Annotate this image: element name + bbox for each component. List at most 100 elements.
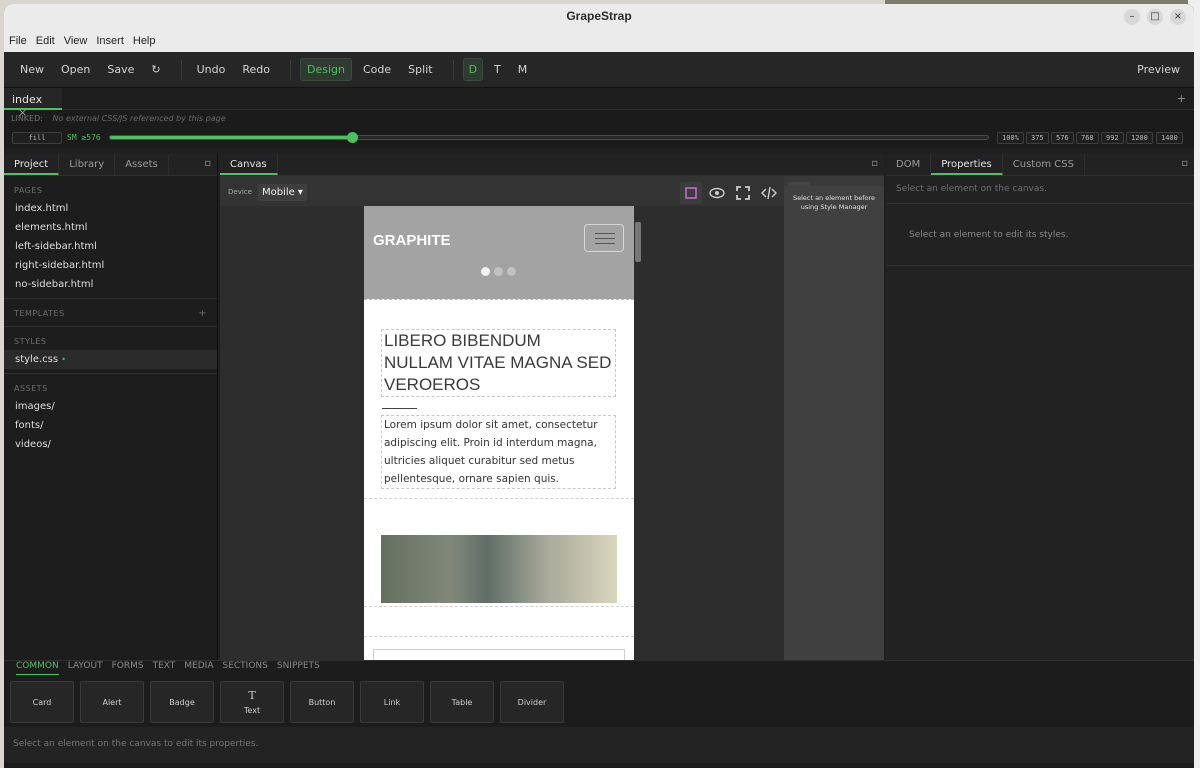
article-image[interactable] — [381, 535, 617, 603]
preview-eye-icon[interactable] — [706, 182, 728, 204]
size-preset-375[interactable]: 375 — [1026, 132, 1049, 144]
carousel-dot[interactable] — [481, 267, 490, 276]
panel-maximize-icon[interactable]: ▫ — [202, 154, 213, 173]
add-template-icon[interactable]: + — [198, 308, 207, 319]
undo-button[interactable]: Undo — [191, 59, 232, 80]
menu-view[interactable]: View — [64, 35, 88, 47]
maximize-button[interactable]: □ — [1147, 9, 1163, 25]
save-button[interactable]: Save — [101, 59, 140, 80]
fullscreen-icon[interactable] — [732, 182, 754, 204]
device-select[interactable]: Mobile ▾ — [257, 183, 307, 201]
menu-help[interactable]: Help — [133, 35, 156, 47]
desktop-view-button[interactable]: D — [462, 58, 484, 81]
block-link[interactable]: Link — [360, 681, 424, 723]
size-preset-100[interactable]: 100% — [997, 132, 1024, 144]
asset-folder-item[interactable]: videos/ — [4, 435, 217, 454]
carousel-dots[interactable] — [481, 261, 520, 280]
carousel-dot[interactable] — [507, 267, 516, 276]
page-item[interactable]: left-sidebar.html — [4, 237, 217, 256]
size-preset-1400[interactable]: 1400 — [1156, 132, 1183, 144]
page-item[interactable]: right-sidebar.html — [4, 256, 217, 275]
tab-canvas[interactable]: Canvas — [220, 154, 278, 175]
next-block[interactable] — [373, 649, 625, 660]
style-file-name: style.css — [15, 354, 59, 365]
device-label: Device — [228, 188, 252, 196]
add-tab-icon[interactable]: + — [1177, 92, 1186, 105]
design-mode-button[interactable]: Design — [300, 58, 352, 81]
breakpoint-label: SM ≥576 — [67, 133, 101, 142]
tab-forms[interactable]: FORMS — [112, 661, 144, 675]
page-item[interactable]: no-sidebar.html — [4, 275, 217, 294]
block-badge[interactable]: Badge — [150, 681, 214, 723]
carousel-dot[interactable] — [494, 267, 503, 276]
tab-dom[interactable]: DOM — [886, 154, 932, 175]
tab-project[interactable]: Project — [4, 154, 60, 175]
canvas-scrollbar[interactable] — [635, 222, 641, 262]
pages-section-label: PAGES — [14, 186, 43, 195]
block-list: Card Alert Badge T Text Button Link Table… — [10, 681, 570, 723]
code-mode-button[interactable]: Code — [357, 59, 397, 80]
site-logo[interactable]: GRAPHITE — [373, 232, 451, 249]
linked-text: No external CSS/JS referenced by this pa… — [52, 114, 226, 123]
new-button[interactable]: New — [14, 59, 50, 80]
redo-button[interactable]: Redo — [236, 59, 276, 80]
size-preset-576[interactable]: 576 — [1051, 132, 1074, 144]
tab-layout[interactable]: LAYOUT — [68, 661, 103, 675]
menu-insert[interactable]: Insert — [96, 35, 124, 47]
page-item[interactable]: index.html — [4, 199, 217, 218]
mobile-view-button[interactable]: M — [512, 59, 534, 80]
panel-maximize-icon[interactable]: ▫ — [1179, 154, 1190, 173]
responsive-width-bar: fill SM ≥576 100% 375 576 768 992 1200 1… — [4, 128, 1194, 148]
article-heading[interactable]: LIBERO BIBENDUM NULLAM VITAE MAGNA SED V… — [381, 329, 616, 397]
size-preset-768[interactable]: 768 — [1076, 132, 1099, 144]
mobile-frame[interactable]: GRAPHITE LIBERO BIBENDUM NULLAM VITAE MA… — [364, 206, 634, 660]
refresh-icon[interactable]: ↻ — [145, 59, 166, 80]
fill-toggle[interactable]: fill — [12, 132, 62, 144]
menu-file[interactable]: File — [9, 35, 27, 47]
hamburger-menu-icon[interactable] — [584, 224, 624, 252]
open-button[interactable]: Open — [55, 59, 96, 80]
size-preset-992[interactable]: 992 — [1101, 132, 1124, 144]
asset-folder-item[interactable]: fonts/ — [4, 416, 217, 435]
split-mode-button[interactable]: Split — [402, 59, 438, 80]
asset-folder-item[interactable]: images/ — [4, 397, 217, 416]
block-alert[interactable]: Alert — [80, 681, 144, 723]
article-paragraph[interactable]: Lorem ipsum dolor sit amet, consectetur … — [381, 415, 616, 489]
view-code-icon[interactable] — [758, 182, 780, 204]
templates-section-label: TEMPLATES — [14, 309, 65, 318]
minimize-button[interactable]: – — [1124, 9, 1140, 25]
width-slider-handle[interactable] — [347, 132, 359, 143]
block-table[interactable]: Table — [430, 681, 494, 723]
block-card[interactable]: Card — [10, 681, 74, 723]
close-window-button[interactable]: × — [1170, 9, 1186, 25]
close-tab-icon[interactable]: × — [18, 106, 27, 119]
block-button[interactable]: Button — [290, 681, 354, 723]
page-item[interactable]: elements.html — [4, 218, 217, 237]
title-bar[interactable]: GrapeStrap – □ × — [4, 4, 1194, 30]
preview-button[interactable]: Preview — [1131, 59, 1186, 80]
tab-properties[interactable]: Properties — [931, 154, 1003, 175]
tab-assets[interactable]: Assets — [115, 154, 169, 175]
tab-text[interactable]: TEXT — [153, 661, 176, 675]
menu-edit[interactable]: Edit — [36, 35, 55, 47]
tablet-view-button[interactable]: T — [488, 59, 507, 80]
hero-section[interactable]: GRAPHITE — [364, 206, 634, 299]
block-text[interactable]: T Text — [220, 681, 284, 723]
tab-snippets[interactable]: SNIPPETS — [277, 661, 320, 675]
tab-custom-css[interactable]: Custom CSS — [1003, 154, 1085, 175]
tab-sections[interactable]: SECTIONS — [222, 661, 267, 675]
right-panel-tabs: DOM Properties Custom CSS ▫ — [886, 154, 1194, 176]
size-preset-1200[interactable]: 1200 — [1126, 132, 1153, 144]
outline-toggle-icon[interactable] — [680, 182, 702, 204]
block-divider[interactable]: Divider — [500, 681, 564, 723]
left-panel-tabs: Project Library Assets ▫ — [4, 154, 217, 176]
section-outline — [364, 606, 634, 607]
tab-media[interactable]: MEDIA — [184, 661, 213, 675]
block-label: Button — [308, 697, 336, 707]
tab-library[interactable]: Library — [59, 154, 116, 175]
width-slider[interactable] — [109, 132, 989, 143]
style-file-item[interactable]: style.css • — [4, 350, 217, 369]
tab-common[interactable]: COMMON — [16, 661, 59, 675]
panel-maximize-icon[interactable]: ▫ — [869, 154, 880, 173]
tab-index[interactable]: index × — [4, 88, 62, 119]
